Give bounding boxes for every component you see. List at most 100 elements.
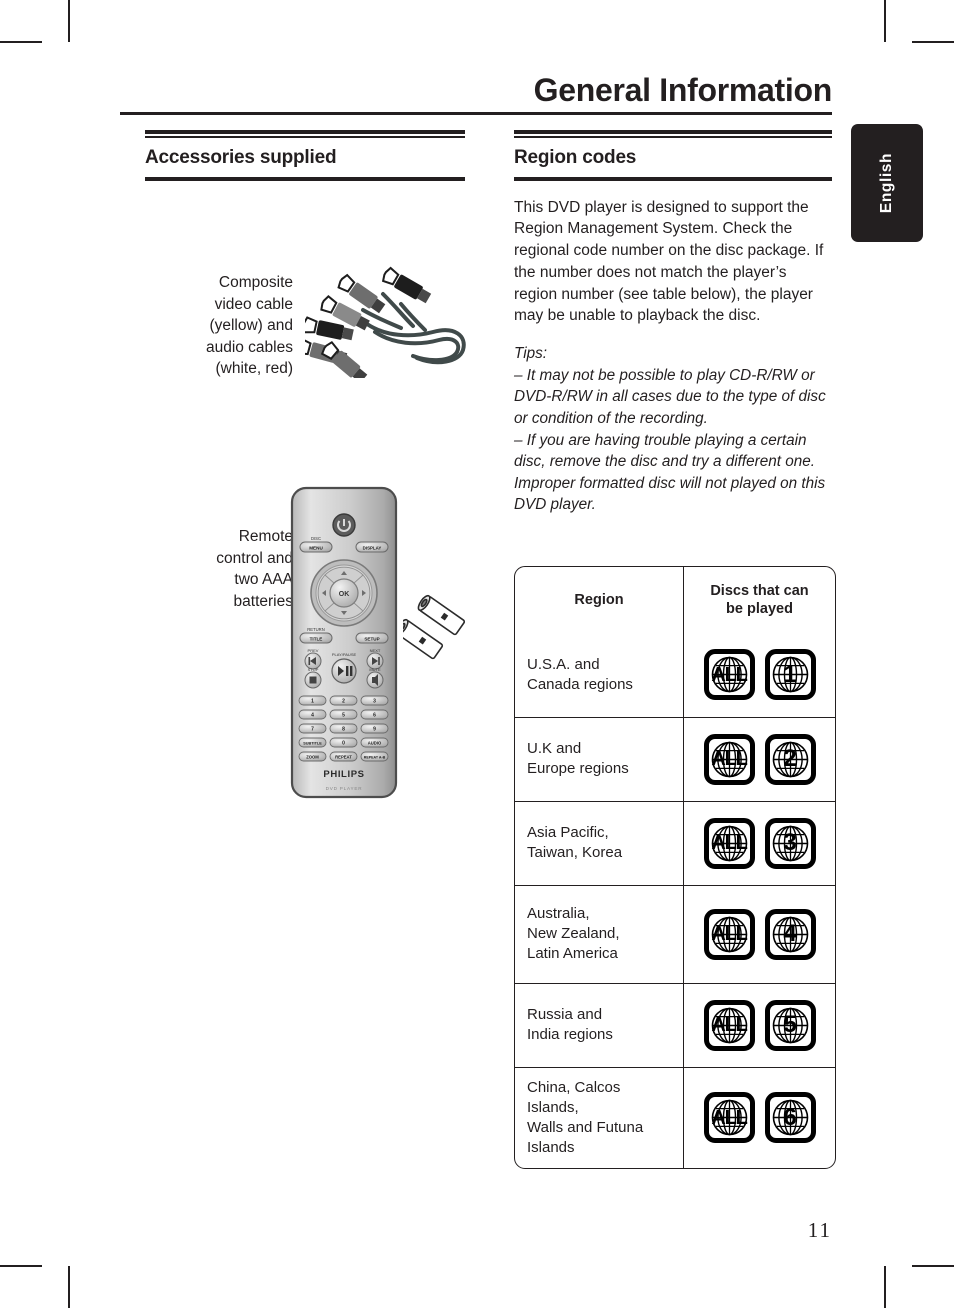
- region-badge-all: ALL: [703, 908, 755, 960]
- remote-control-illustration: DISC MENU DISPLAY OK RETURN TITLE SETUP: [289, 485, 399, 800]
- region-name-cell: Asia Pacific, Taiwan, Korea: [515, 800, 684, 886]
- tips-label: Tips:: [514, 345, 548, 363]
- region-name-line: Europe regions: [527, 760, 629, 777]
- section-header-accessories: Accessories supplied: [145, 130, 465, 181]
- svg-text:1: 1: [311, 699, 314, 705]
- rca-cable-illustration: [296, 258, 485, 384]
- table-row: China, Calcos Islands, Walls and Futuna Is…: [515, 1066, 835, 1168]
- remote-label-line-4: batteries: [233, 592, 293, 610]
- region-name-cell: U.K and Europe regions: [515, 716, 684, 802]
- region-badge-label: 6: [783, 1103, 797, 1131]
- region-name-line: U.S.A. and: [527, 655, 600, 673]
- crop-mark-top-right-vertical: [884, 0, 886, 42]
- region-badge-all: ALL: [703, 733, 755, 785]
- region-name-line: India regions: [527, 1026, 613, 1043]
- svg-text:2: 2: [342, 699, 345, 705]
- cable-label-line-2: video cable: [214, 295, 293, 313]
- language-tab-english: English: [851, 124, 923, 242]
- svg-text:PHILIPS: PHILIPS: [323, 769, 364, 780]
- region-badge-3: 3: [764, 817, 816, 869]
- svg-text:RETURN: RETURN: [307, 627, 324, 632]
- region-badge-5: 5: [764, 999, 816, 1051]
- cable-label-line-1: Composite: [218, 274, 293, 291]
- region-badge-2: 2: [764, 733, 816, 785]
- svg-text:REPEAT A-B: REPEAT A-B: [364, 755, 386, 759]
- region-name-cell: Russia and India regions: [515, 982, 684, 1068]
- svg-text:SUBTITLE: SUBTITLE: [303, 741, 322, 745]
- region-name-line: Taiwan, Korea: [527, 844, 623, 861]
- region-badge-label: ALL: [711, 748, 747, 770]
- discs-cell: ALL 4: [683, 884, 835, 984]
- remote-label-line-3: two AAA: [234, 571, 293, 588]
- svg-text:8: 8: [342, 727, 345, 733]
- svg-text:ZOOM: ZOOM: [306, 755, 319, 760]
- cable-label-line-3: (yellow) and: [209, 317, 293, 334]
- region-name-cell: Australia, New Zealand, Latin America: [515, 884, 684, 984]
- region-badge-label: ALL: [711, 1106, 747, 1129]
- tip-item-2: – If you are having trouble playing a ce…: [514, 431, 826, 514]
- section-rule-bottom: [514, 176, 832, 181]
- crop-mark-bottom-left-horizontal: [0, 1265, 42, 1267]
- accessory-label-remote: Remote control and two AAA batteries: [163, 526, 293, 612]
- crop-mark-top-right-horizontal: [912, 41, 954, 43]
- region-name-line: Canada regions: [527, 675, 633, 693]
- cable-label-line-4: audio cables: [205, 338, 293, 356]
- svg-text:DISPLAY: DISPLAY: [363, 545, 382, 550]
- remote-label-line-1: Remote: [238, 528, 293, 545]
- table-row: U.S.A. and Canada regions ALL 1: [515, 633, 835, 718]
- region-badge-all: ALL: [703, 999, 755, 1051]
- discs-cell: ALL 5: [683, 982, 835, 1068]
- right-column: Region codes This DVD player is designed…: [514, 130, 836, 1169]
- page-title-rule: [120, 112, 832, 115]
- region-badge-4: 4: [764, 908, 816, 960]
- section-title-region-codes: Region codes: [514, 146, 637, 168]
- region-badge-all: ALL: [703, 649, 755, 701]
- aaa-batteries-illustration: [395, 592, 475, 678]
- region-name-line: New Zealand,: [527, 925, 620, 942]
- crop-mark-top-left-vertical: [68, 0, 70, 42]
- svg-text:4: 4: [311, 713, 314, 719]
- svg-text:9: 9: [373, 727, 376, 733]
- region-badge-label: 2: [783, 745, 797, 772]
- region-name-line: Latin America: [527, 945, 618, 962]
- table-header-row: Region Discs that can be played: [515, 567, 835, 633]
- remote-label-line-2: control and: [216, 549, 293, 567]
- region-name-line: Russia and: [527, 1006, 603, 1023]
- discs-cell: ALL 6: [683, 1066, 835, 1168]
- column-header-discs-line-1: Discs that can: [710, 583, 809, 599]
- region-name-line: Asia Pacific,: [527, 824, 609, 841]
- section-rule-bottom: [145, 176, 465, 181]
- crop-mark-top-left-horizontal: [0, 41, 42, 43]
- crop-mark-bottom-right-vertical: [884, 1266, 886, 1308]
- region-badge-label: ALL: [711, 832, 747, 854]
- region-badge-label: ALL: [711, 1014, 747, 1036]
- region-badge-label: 3: [783, 829, 797, 856]
- svg-text:TITLE: TITLE: [310, 636, 323, 641]
- svg-text:MUTE: MUTE: [369, 667, 381, 672]
- region-badge-label: 4: [783, 920, 797, 947]
- svg-text:PLAY/PAUSE: PLAY/PAUSE: [332, 652, 357, 657]
- region-name-line: Islands: [527, 1138, 575, 1156]
- section-title-accessories: Accessories supplied: [145, 146, 337, 168]
- column-header-discs: Discs that can be played: [683, 567, 835, 633]
- region-badge-label: ALL: [711, 663, 747, 686]
- svg-text:DVD PLAYER: DVD PLAYER: [326, 786, 363, 791]
- tips-block: Tips: – It may not be possible to play C…: [514, 343, 832, 516]
- svg-text:6: 6: [373, 713, 376, 719]
- svg-text:SETUP: SETUP: [364, 636, 379, 641]
- region-badge-label: ALL: [711, 923, 747, 945]
- svg-text:5: 5: [342, 713, 345, 719]
- svg-text:7: 7: [311, 727, 314, 733]
- left-column: Accessories supplied Composite video cab…: [145, 130, 466, 799]
- region-name-line: Walls and Futuna: [527, 1118, 644, 1136]
- region-name-cell: China, Calcos Islands, Walls and Futuna Is…: [515, 1066, 684, 1168]
- cable-label-line-5: (white, red): [215, 360, 293, 377]
- table-row: Russia and India regions ALL 5: [515, 982, 835, 1068]
- svg-text:AUDIO: AUDIO: [368, 741, 382, 746]
- accessory-label-cable: Composite video cable (yellow) and audio…: [165, 272, 293, 380]
- region-codes-table: Region Discs that can be played U.S.A. a…: [514, 566, 836, 1169]
- svg-text:OK: OK: [339, 591, 350, 598]
- region-name-line: U.K and: [527, 740, 582, 757]
- discs-cell: ALL 1: [683, 633, 835, 718]
- region-badge-1: 1: [764, 649, 816, 701]
